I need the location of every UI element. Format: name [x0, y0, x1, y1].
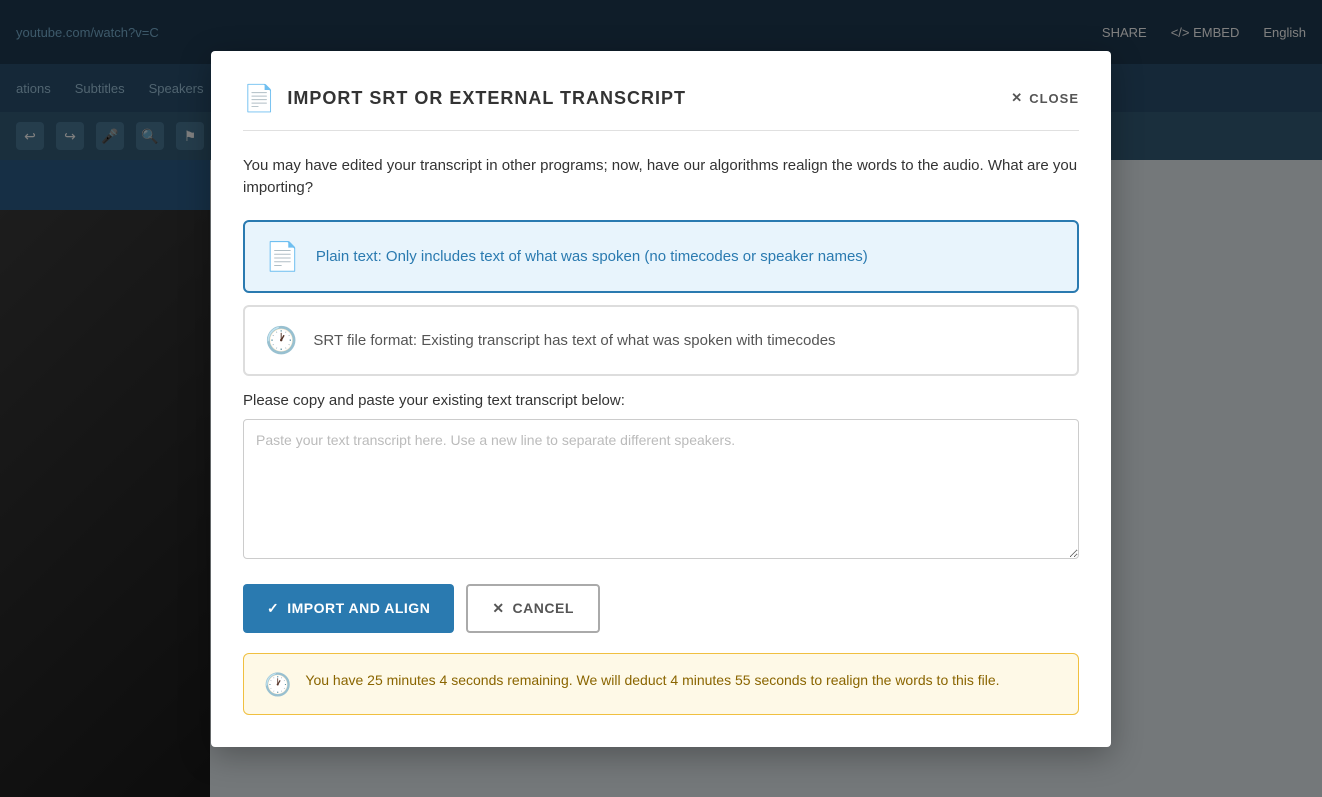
paste-label: Please copy and paste your existing text…	[243, 392, 1079, 409]
import-icon: 📄	[243, 83, 275, 114]
warning-banner: 🕐 You have 25 minutes 4 seconds remainin…	[243, 653, 1079, 715]
modal-overlay: 📄 IMPORT SRT OR EXTERNAL TRANSCRIPT ✕ CL…	[0, 0, 1322, 797]
modal-header: 📄 IMPORT SRT OR EXTERNAL TRANSCRIPT ✕ CL…	[243, 83, 1079, 131]
warning-text: You have 25 minutes 4 seconds remaining.…	[305, 670, 999, 691]
cancel-x-icon: ✕	[492, 600, 504, 617]
cancel-button[interactable]: ✕ CANCEL	[466, 584, 600, 633]
plain-text-option[interactable]: 📄 Plain text: Only includes text of what…	[243, 220, 1079, 293]
checkmark-icon: ✓	[267, 600, 279, 617]
close-button[interactable]: ✕ CLOSE	[1011, 90, 1079, 106]
transcript-textarea[interactable]	[243, 419, 1079, 559]
srt-label: SRT file format: Existing transcript has…	[313, 332, 835, 349]
import-align-label: IMPORT AND ALIGN	[287, 600, 430, 616]
plain-text-label: Plain text: Only includes text of what w…	[316, 248, 868, 265]
modal-description: You may have edited your transcript in o…	[243, 155, 1079, 200]
close-x-icon: ✕	[1011, 90, 1023, 106]
clock-warning-icon: 🕐	[264, 672, 291, 698]
import-align-button[interactable]: ✓ IMPORT AND ALIGN	[243, 584, 454, 633]
import-modal: 📄 IMPORT SRT OR EXTERNAL TRANSCRIPT ✕ CL…	[211, 51, 1111, 747]
button-row: ✓ IMPORT AND ALIGN ✕ CANCEL	[243, 584, 1079, 633]
srt-option[interactable]: 🕐 SRT file format: Existing transcript h…	[243, 305, 1079, 376]
cancel-label: CANCEL	[513, 600, 574, 616]
plain-text-icon: 📄	[265, 240, 300, 273]
modal-title-area: 📄 IMPORT SRT OR EXTERNAL TRANSCRIPT	[243, 83, 686, 114]
modal-title: IMPORT SRT OR EXTERNAL TRANSCRIPT	[287, 88, 686, 109]
srt-icon: 🕐	[265, 325, 297, 356]
close-label: CLOSE	[1029, 91, 1079, 106]
